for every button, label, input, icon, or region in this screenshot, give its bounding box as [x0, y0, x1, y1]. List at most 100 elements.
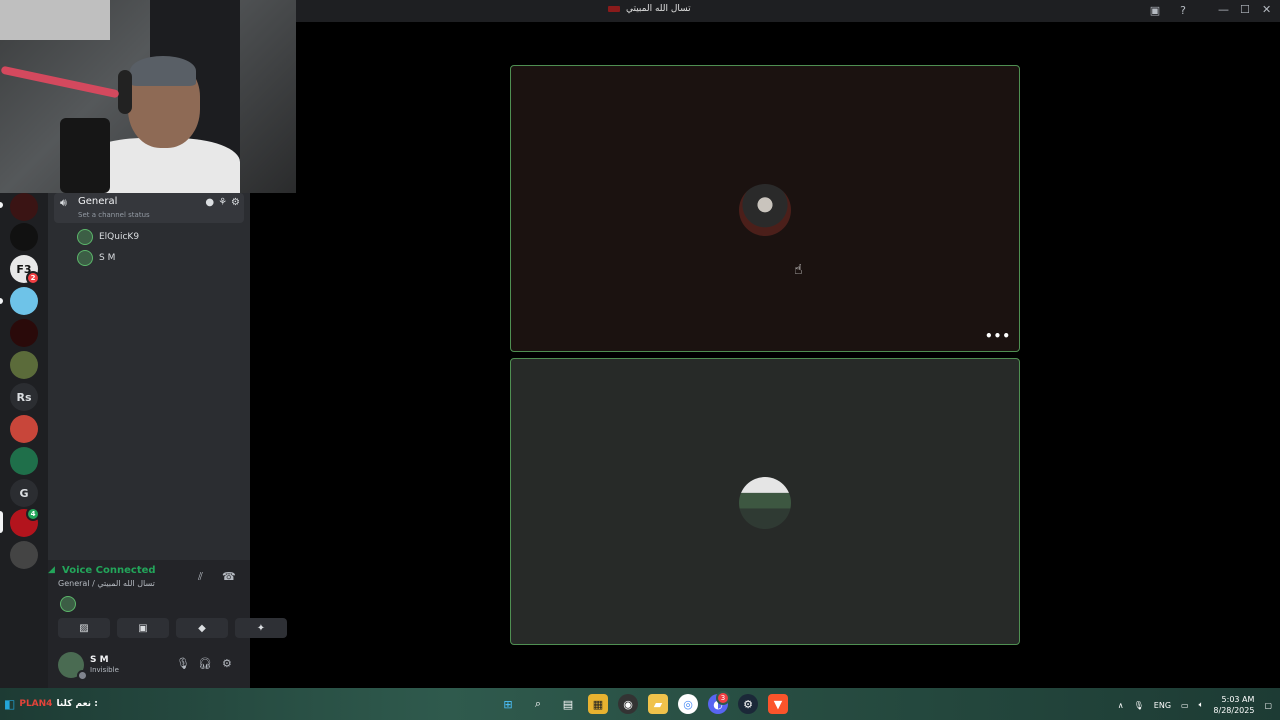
noise-suppression-icon[interactable]: ⫽ — [198, 570, 203, 584]
chrome-icon[interactable]: ◎ — [678, 694, 698, 714]
voice-channel-general[interactable]: 🔊︎ General Set a channel status ● ⚘ ⚙ — [54, 193, 244, 223]
voice-connected-panel: ◢ Voice Connected General / تسال الله ال… — [48, 560, 287, 648]
status-badge — [77, 670, 88, 681]
server-icon-4[interactable] — [10, 287, 38, 315]
windows-start-icon[interactable]: ⊞ — [498, 694, 518, 714]
notifications-icon[interactable]: ▢ — [1264, 701, 1272, 710]
invite-icon[interactable]: ⚘ — [218, 197, 227, 208]
server-icon-10[interactable]: G — [10, 479, 38, 507]
avatar — [739, 184, 791, 236]
clock-time: 5:03 AM — [1221, 695, 1255, 704]
taskbar: ◧ PLAN4 نعم كلنا : ⊞ ⌕ ▤ ▦ ◉ ▰ ◎ ◐ 3 ⚙ ▼ … — [0, 688, 1280, 720]
close-button[interactable]: ✕ — [1262, 3, 1271, 16]
user-panel: S M Invisible 🎙︎ 🎧︎ ⚙ — [48, 648, 250, 688]
disconnect-icon[interactable]: ☎ — [222, 570, 236, 583]
chat-icon[interactable]: ● — [205, 197, 214, 208]
server-rail: F3 2 Rs G 4 — [0, 193, 48, 688]
twitch-icon: ◧ — [4, 697, 16, 711]
member-name: S M — [99, 253, 116, 263]
help-icon[interactable]: ? — [1176, 4, 1190, 18]
minimize-button[interactable]: — — [1218, 3, 1229, 16]
camera-off-icon: ▨ — [79, 622, 89, 634]
webcam-overlay — [0, 0, 296, 193]
more-options-icon[interactable]: ••• — [985, 329, 1011, 343]
file-explorer-icon[interactable]: ▰ — [648, 694, 668, 714]
volume-icon[interactable]: 🔈︎ — [1199, 700, 1204, 710]
task-view-icon[interactable]: ▤ — [558, 694, 578, 714]
chat-message: نعم كلنا : — [56, 699, 98, 709]
window-title-text: تسال الله المبيتي — [626, 4, 691, 14]
webcam-microphone — [60, 118, 110, 193]
server-icon-9[interactable] — [10, 447, 38, 475]
screen-share-icon: ▣ — [138, 622, 148, 634]
server-icon-2[interactable] — [10, 223, 38, 251]
gear-icon[interactable]: ⚙ — [231, 197, 240, 208]
clock[interactable]: 5:03 AM 8/28/2025 — [1213, 694, 1254, 716]
server-icon-1[interactable] — [10, 193, 38, 221]
server-icon-7[interactable]: Rs — [10, 383, 38, 411]
avatar[interactable] — [60, 596, 76, 612]
voice-connected-title[interactable]: Voice Connected — [62, 565, 156, 576]
signal-icon: ◢ — [48, 565, 55, 575]
webcam-cable — [0, 65, 120, 99]
channel-status-placeholder[interactable]: Set a channel status — [78, 211, 150, 219]
network-icon[interactable]: ▭ — [1181, 701, 1189, 710]
user-status: Invisible — [90, 666, 119, 674]
pointer-cursor-icon: ☝ — [794, 262, 803, 278]
mention-badge: 2 — [26, 271, 40, 285]
server-icon-5[interactable] — [10, 319, 38, 347]
webcam-headset — [118, 70, 132, 114]
user-name[interactable]: S M — [90, 655, 109, 665]
voice-member[interactable]: ElQuicK9 — [77, 229, 139, 245]
webcam-person-cap — [130, 56, 196, 86]
steam-icon[interactable]: ⚙ — [738, 694, 758, 714]
window-title: تسال الله المبيتي — [608, 4, 691, 14]
language-indicator[interactable]: ENG — [1154, 701, 1171, 710]
unread-badge: 4 — [26, 507, 40, 521]
server-icon-11[interactable]: 4 — [10, 507, 40, 537]
microphone-icon[interactable]: 🎙︎ — [176, 657, 190, 670]
chat-username: PLAN4 — [19, 699, 53, 709]
participant-tile[interactable] — [510, 358, 1020, 645]
gear-icon[interactable]: ⚙ — [222, 657, 232, 670]
server-icon — [608, 6, 620, 12]
share-screen-button[interactable]: ▣ — [117, 618, 169, 638]
soundboard-icon: ✦ — [256, 622, 266, 634]
chevron-up-icon[interactable]: ∧ — [1118, 701, 1124, 710]
notification-badge: 3 — [716, 691, 730, 705]
server-icon-8[interactable] — [10, 415, 38, 443]
headphones-icon[interactable]: 🎧︎ — [198, 657, 212, 670]
taskbar-apps: ⊞ ⌕ ▤ ▦ ◉ ▰ ◎ ◐ 3 ⚙ ▼ — [498, 691, 788, 714]
voice-action-buttons: ▨ ▣ ◆ ✦ — [58, 618, 287, 638]
gamepad-icon: ◆ — [198, 622, 206, 634]
store-icon[interactable]: ▦ — [588, 694, 608, 714]
voice-channel-name: General — [78, 196, 118, 207]
activity-button[interactable]: ◆ — [176, 618, 228, 638]
search-icon[interactable]: ⌕ — [528, 694, 548, 714]
participant-tile[interactable]: ••• — [510, 65, 1020, 352]
maximize-button[interactable]: ☐ — [1240, 3, 1250, 16]
microphone-icon[interactable]: 🎙︎ — [1134, 701, 1144, 710]
discord-icon[interactable]: ◐ 3 — [708, 691, 730, 714]
system-tray: ∧ 🎙︎ ENG ▭ 🔈︎ 5:03 AM 8/28/2025 ▢ — [1118, 694, 1272, 716]
webcam-window — [0, 0, 110, 40]
server-icon-3[interactable]: F3 2 — [10, 255, 40, 285]
stream-chat-overlay: ◧ PLAN4 نعم كلنا : — [4, 697, 98, 711]
soundboard-button[interactable]: ✦ — [235, 618, 287, 638]
server-icon-6[interactable] — [10, 351, 38, 379]
avatar — [77, 250, 93, 266]
avatar — [77, 229, 93, 245]
voice-channel-actions: ● ⚘ ⚙ — [205, 197, 240, 208]
title-bar: تسال الله المبيتي ▣ ? — ☐ ✕ — [296, 0, 1280, 22]
voice-connected-subtitle[interactable]: General / تسال الله المبيتي — [58, 579, 155, 588]
selected-pill — [0, 511, 3, 533]
server-icon-12[interactable] — [10, 541, 38, 569]
voice-member[interactable]: S M — [77, 250, 115, 266]
clock-date: 8/28/2025 — [1213, 706, 1255, 715]
brave-icon[interactable]: ▼ — [768, 694, 788, 714]
member-name: ElQuicK9 — [99, 232, 140, 242]
camera-off-button[interactable]: ▨ — [58, 618, 110, 638]
obs-icon[interactable]: ◉ — [618, 694, 638, 714]
avatar — [739, 477, 791, 529]
inbox-icon[interactable]: ▣ — [1148, 4, 1162, 18]
